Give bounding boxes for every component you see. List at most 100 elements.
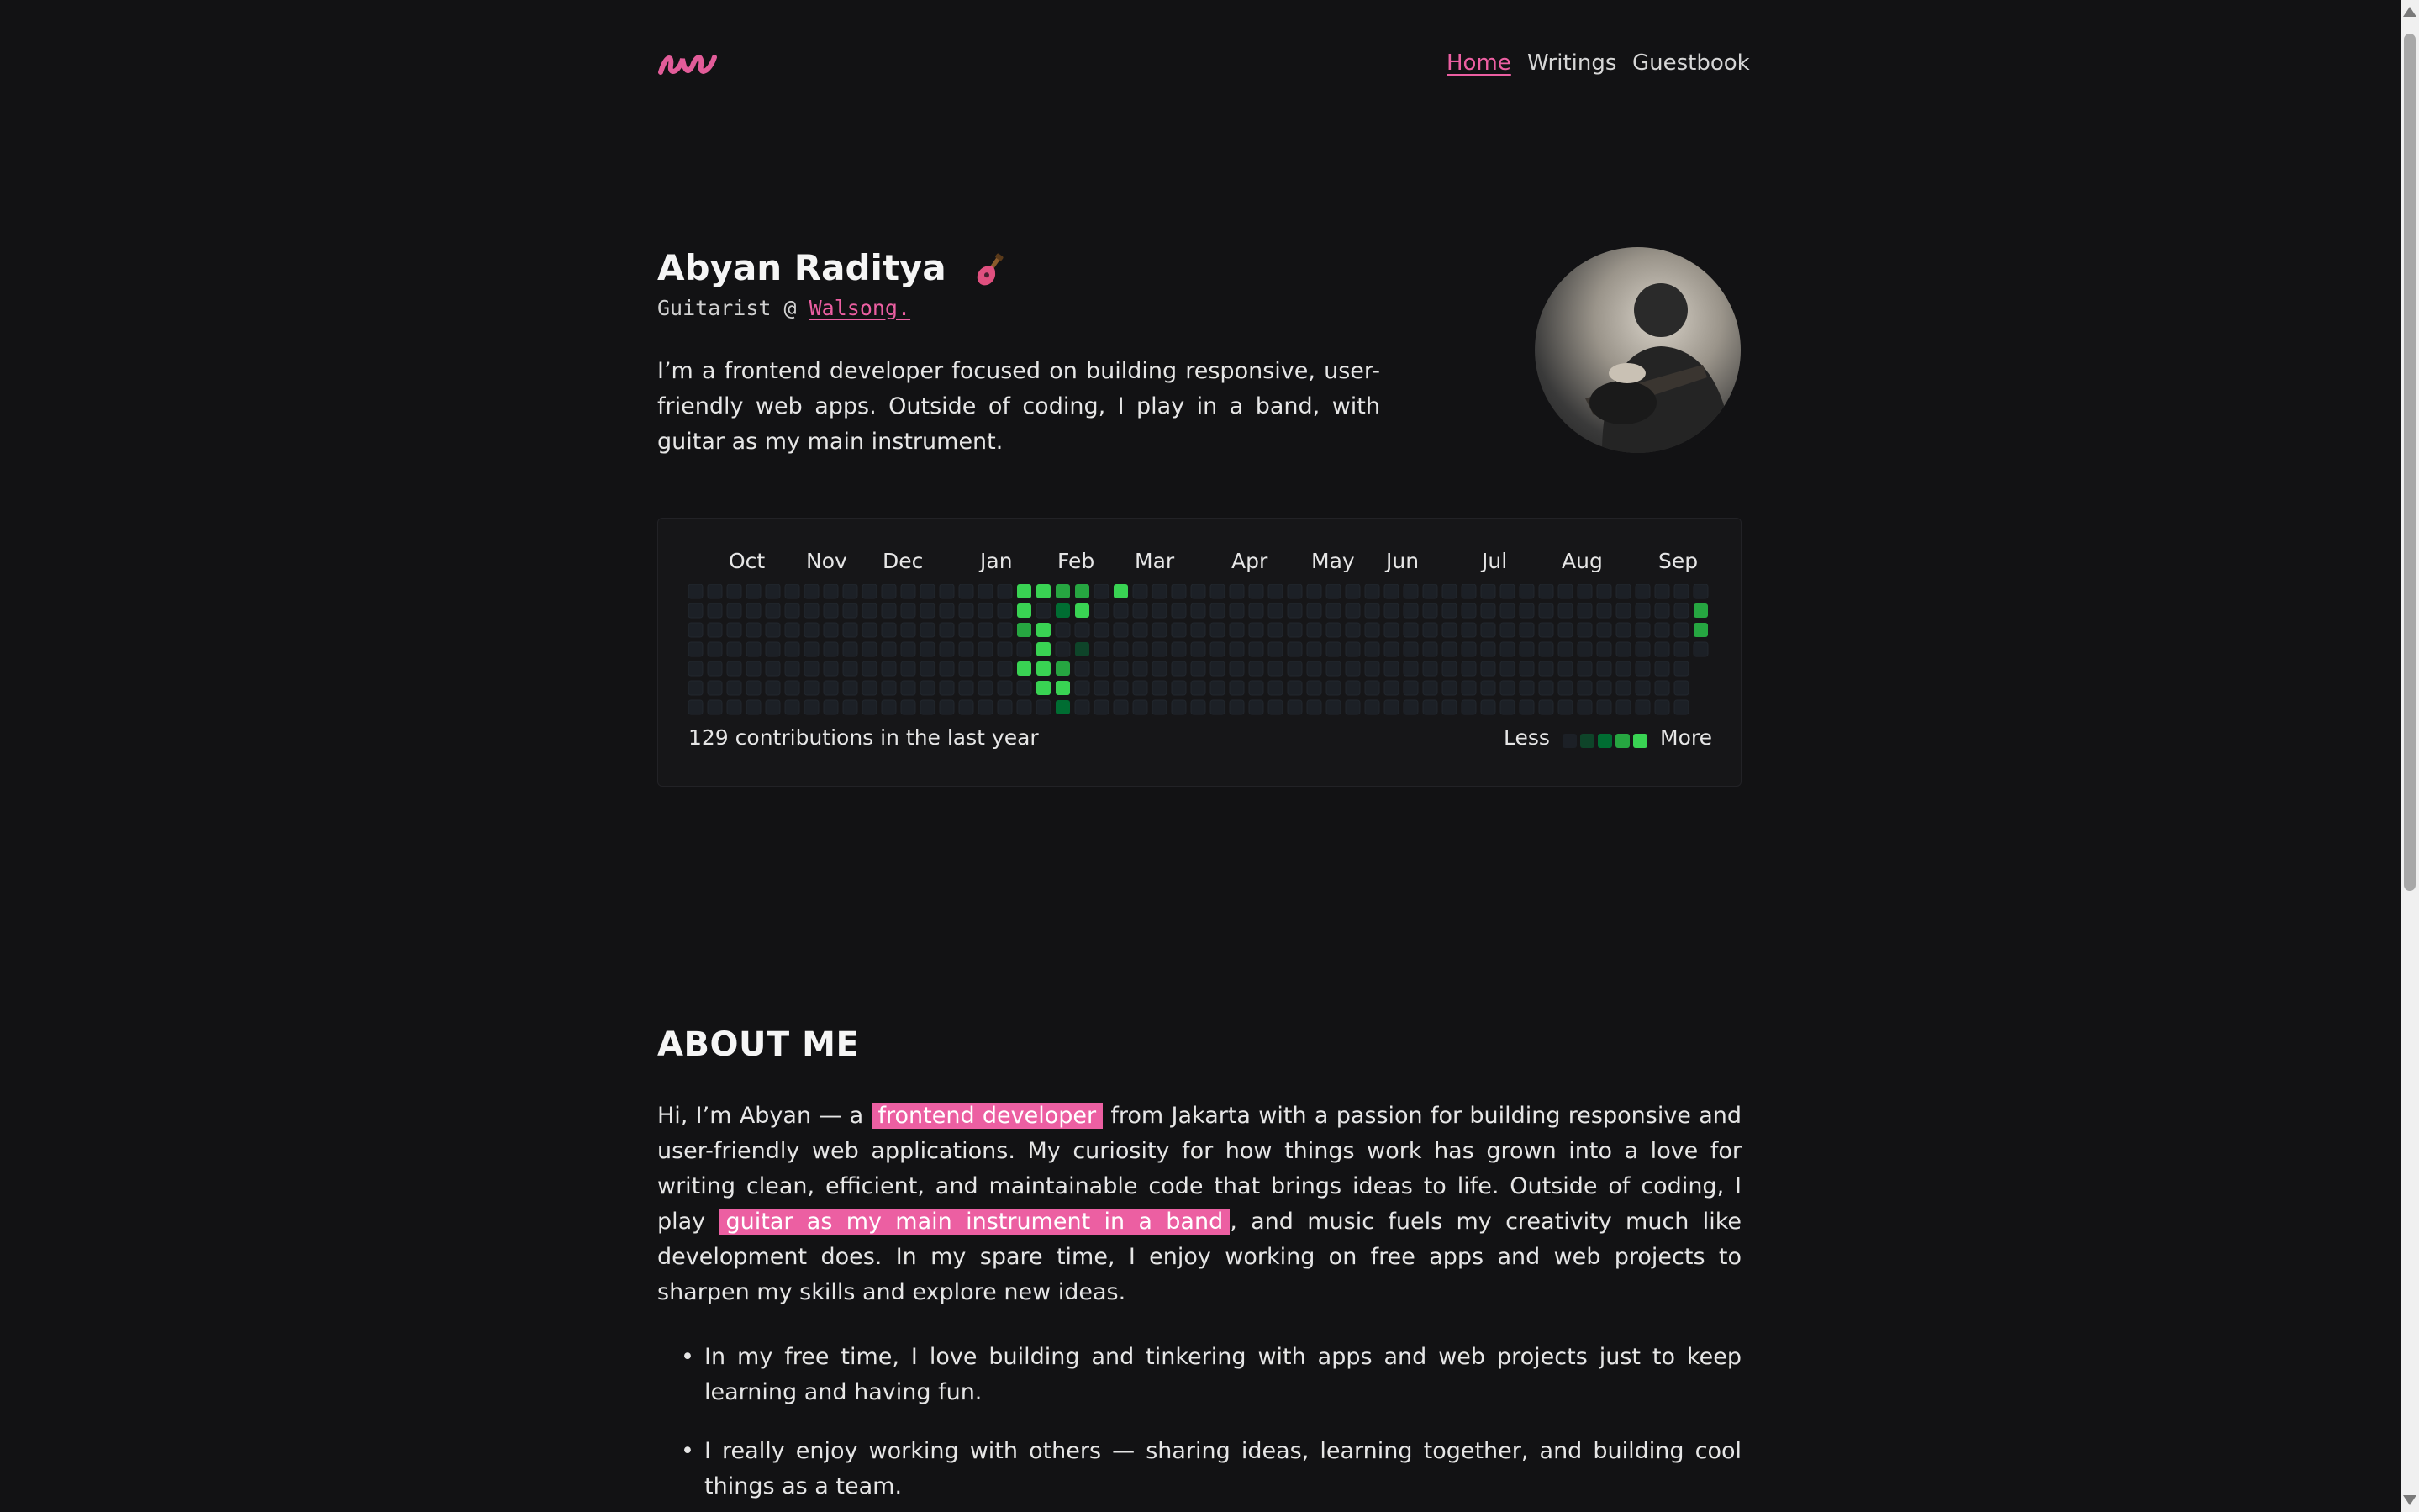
contribution-cell[interactable] [1248, 584, 1264, 599]
contribution-cell[interactable] [1345, 699, 1361, 715]
contribution-cell[interactable] [1422, 622, 1438, 638]
contribution-cell[interactable] [939, 622, 955, 638]
contribution-cell[interactable] [765, 603, 781, 619]
nav-home-link[interactable]: Home [1447, 50, 1511, 76]
contribution-cell[interactable] [1306, 641, 1322, 657]
contribution-cell[interactable] [1074, 622, 1090, 638]
contribution-cell[interactable] [1557, 622, 1573, 638]
band-link[interactable]: Walsong. [809, 296, 910, 320]
contribution-cell[interactable] [900, 603, 916, 619]
contribution-cell[interactable] [862, 622, 877, 638]
contribution-cell[interactable] [1654, 641, 1670, 657]
contribution-cell[interactable] [1577, 622, 1593, 638]
contribution-cell[interactable] [823, 699, 839, 715]
contribution-cell[interactable] [1383, 680, 1399, 696]
contribution-cell[interactable] [1248, 641, 1264, 657]
contribution-cell[interactable] [1267, 699, 1283, 715]
contribution-cell[interactable] [707, 622, 723, 638]
contribution-cell[interactable] [958, 661, 974, 677]
contribution-cell[interactable] [1113, 661, 1129, 677]
contribution-cell[interactable] [1113, 603, 1129, 619]
contribution-cell[interactable] [1229, 699, 1245, 715]
contribution-cell[interactable] [1248, 622, 1264, 638]
contribution-cell[interactable] [804, 641, 820, 657]
contribution-cell[interactable] [1267, 584, 1283, 599]
contribution-cell[interactable] [1248, 680, 1264, 696]
contribution-cell[interactable] [978, 622, 993, 638]
contribution-cell[interactable] [1132, 641, 1148, 657]
contribution-cell[interactable] [1461, 641, 1477, 657]
contribution-cell[interactable] [1538, 680, 1554, 696]
contribution-cell[interactable] [920, 603, 935, 619]
contribution-cell[interactable] [1441, 699, 1457, 715]
contribution-cell[interactable] [1016, 641, 1032, 657]
contribution-cell[interactable] [1171, 699, 1187, 715]
contribution-cell[interactable] [1673, 641, 1689, 657]
contribution-cell[interactable] [1094, 641, 1109, 657]
contribution-cell[interactable] [1635, 661, 1651, 677]
contribution-cell[interactable] [997, 699, 1013, 715]
contribution-cell[interactable] [1152, 584, 1167, 599]
contribution-cell[interactable] [920, 584, 935, 599]
contribution-cell[interactable] [1287, 603, 1303, 619]
contribution-cell[interactable] [746, 699, 762, 715]
contribution-cell[interactable] [1519, 680, 1535, 696]
contribution-cell[interactable] [746, 641, 762, 657]
contribution-cell[interactable] [1306, 584, 1322, 599]
contribution-cell[interactable] [1113, 699, 1129, 715]
contribution-cell[interactable] [1577, 661, 1593, 677]
contribution-cell[interactable] [765, 622, 781, 638]
contribution-cell[interactable] [1499, 680, 1515, 696]
contribution-cell[interactable] [1654, 584, 1670, 599]
contribution-cell[interactable] [1383, 641, 1399, 657]
contribution-cell[interactable] [804, 661, 820, 677]
contribution-cell[interactable] [842, 641, 858, 657]
contribution-cell[interactable] [784, 622, 800, 638]
contribution-cell[interactable] [1673, 699, 1689, 715]
contribution-cell[interactable] [1210, 699, 1225, 715]
contribution-cell[interactable] [1635, 584, 1651, 599]
contribution-cell[interactable] [1229, 661, 1245, 677]
contribution-cell[interactable] [1056, 700, 1070, 714]
contribution-cell[interactable] [1383, 584, 1399, 599]
contribution-cell[interactable] [1557, 641, 1573, 657]
contribution-cell[interactable] [1132, 584, 1148, 599]
scroll-up-arrow-icon[interactable] [2403, 7, 2416, 17]
scrollbar[interactable] [2401, 0, 2419, 1512]
contribution-cell[interactable] [765, 584, 781, 599]
contribution-cell[interactable] [1441, 622, 1457, 638]
contribution-cell[interactable] [1673, 622, 1689, 638]
contribution-cell[interactable] [1577, 680, 1593, 696]
contribution-cell[interactable] [1248, 603, 1264, 619]
contribution-cell[interactable] [1557, 699, 1573, 715]
contribution-cell[interactable] [1016, 699, 1032, 715]
contribution-cell[interactable] [1094, 603, 1109, 619]
contribution-cell[interactable] [1383, 699, 1399, 715]
contribution-cell[interactable] [1538, 622, 1554, 638]
contribution-cell[interactable] [862, 603, 877, 619]
contribution-cell[interactable] [746, 661, 762, 677]
contribution-cell[interactable] [1461, 680, 1477, 696]
contribution-cell[interactable] [939, 603, 955, 619]
contribution-cell[interactable] [1364, 584, 1380, 599]
contribution-cell[interactable] [823, 584, 839, 599]
contribution-cell[interactable] [1596, 680, 1612, 696]
contribution-cell[interactable] [1403, 641, 1419, 657]
contribution-cell[interactable] [1422, 603, 1438, 619]
contribution-cell[interactable] [1113, 641, 1129, 657]
contribution-cell[interactable] [1113, 622, 1129, 638]
contribution-cell[interactable] [1596, 661, 1612, 677]
contribution-cell[interactable] [1152, 622, 1167, 638]
contribution-cell[interactable] [1694, 623, 1708, 637]
contribution-cell[interactable] [958, 603, 974, 619]
contribution-cell[interactable] [726, 641, 742, 657]
contribution-cell[interactable] [842, 680, 858, 696]
contribution-cell[interactable] [997, 641, 1013, 657]
contribution-cell[interactable] [978, 699, 993, 715]
logo-icon[interactable] [657, 47, 718, 81]
contribution-cell[interactable] [1345, 584, 1361, 599]
contribution-cell[interactable] [900, 661, 916, 677]
contribution-cell[interactable] [1229, 584, 1245, 599]
contribution-cell[interactable] [1615, 661, 1631, 677]
contribution-cell[interactable] [1577, 699, 1593, 715]
